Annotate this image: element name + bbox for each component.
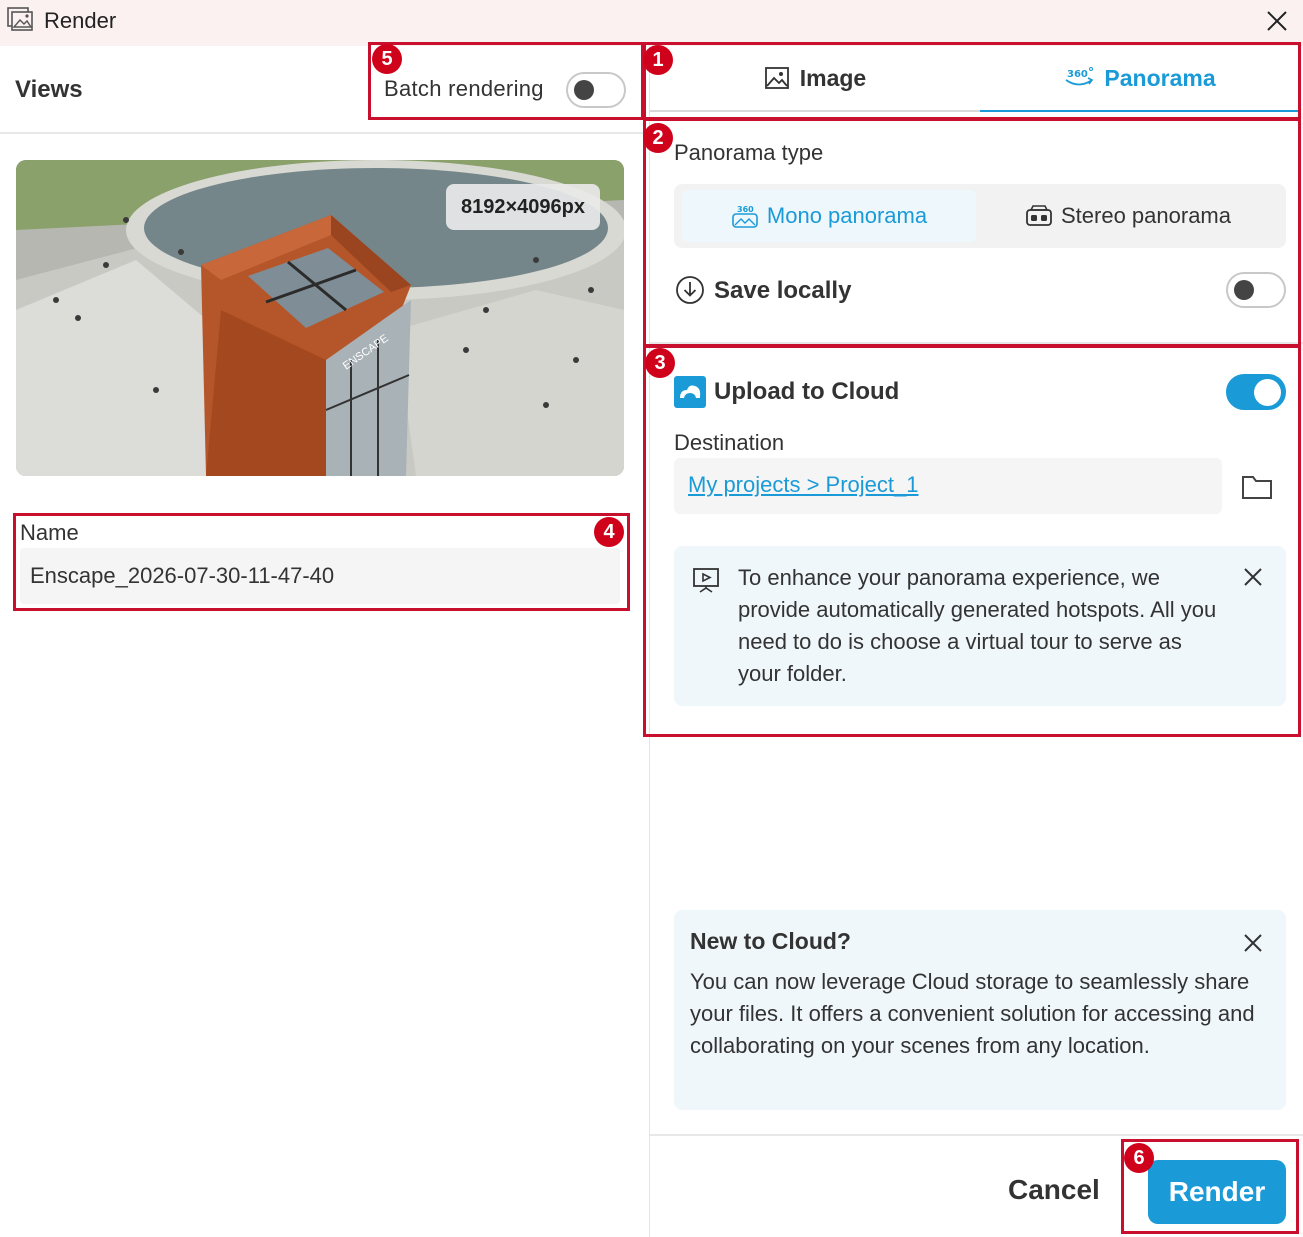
render-app-icon: [7, 7, 33, 31]
section-divider: [650, 342, 1303, 344]
close-icon[interactable]: [1242, 932, 1264, 954]
marker-2: 2: [643, 123, 673, 153]
views-divider: [0, 132, 650, 134]
panorama-360-icon: 360: [1065, 67, 1094, 86]
new-to-cloud-text: You can now leverage Cloud storage to se…: [690, 969, 1255, 1058]
stereo-panorama-label: Stereo panorama: [1061, 203, 1231, 228]
toggle-knob: [1234, 280, 1254, 300]
destination-field: My projects > Project_1: [674, 458, 1222, 514]
toggle-knob: [1254, 379, 1281, 406]
image-icon: [764, 67, 789, 89]
title-bar: Render: [0, 0, 1303, 46]
tab-panorama-label: Panorama: [1104, 64, 1216, 91]
tab-image[interactable]: Image: [650, 46, 980, 112]
panorama-type-selector: 360 Mono panorama Stereo panorama: [674, 184, 1286, 248]
tab-panorama[interactable]: 360 Panorama: [980, 46, 1300, 112]
destination-label: Destination: [674, 430, 785, 455]
save-locally-toggle[interactable]: [1226, 272, 1286, 308]
batch-rendering-toggle[interactable]: [566, 72, 626, 108]
save-locally-label: Save locally: [714, 277, 852, 304]
cancel-button[interactable]: Cancel: [1008, 1174, 1100, 1206]
vr-headset-icon: [1026, 205, 1052, 226]
views-panel: Views Batch rendering ENSCAPE 8192×4096p: [0, 46, 650, 1237]
destination-path-link[interactable]: My projects > Project_1: [688, 472, 918, 498]
upload-to-cloud-label: Upload to Cloud: [714, 378, 900, 405]
cloud-icon: [674, 376, 706, 408]
mono-panorama-label: Mono panorama: [766, 203, 928, 228]
batch-rendering-label: Batch rendering: [384, 76, 544, 101]
render-settings-panel: Image 360 Panorama Panorama type 360 Mon…: [650, 46, 1303, 1237]
name-label: Name: [20, 520, 79, 545]
svg-text:360: 360: [737, 205, 754, 214]
upload-to-cloud-toggle[interactable]: [1226, 374, 1286, 410]
close-icon[interactable]: [1262, 6, 1292, 36]
marker-5: 5: [372, 44, 402, 74]
marker-4: 4: [594, 517, 624, 547]
render-button[interactable]: Render: [1148, 1160, 1286, 1224]
tab-image-label: Image: [799, 64, 867, 91]
hotspot-info-text: To enhance your panorama experience, we …: [738, 565, 1217, 686]
name-input[interactable]: [20, 548, 620, 604]
close-icon[interactable]: [1242, 566, 1264, 588]
marker-1: 1: [643, 45, 673, 75]
folder-icon[interactable]: [1240, 472, 1274, 502]
mono-panorama-option[interactable]: 360 Mono panorama: [682, 190, 976, 242]
panorama-type-label: Panorama type: [674, 140, 824, 165]
marker-3: 3: [645, 348, 675, 378]
svg-text:360: 360: [1067, 69, 1088, 80]
download-icon: [676, 276, 704, 304]
footer-divider: [650, 1134, 1303, 1136]
new-to-cloud-box: New to Cloud? You can now leverage Cloud…: [674, 910, 1286, 1110]
new-to-cloud-title: New to Cloud?: [690, 928, 851, 954]
toggle-knob: [574, 80, 594, 100]
resolution-badge: 8192×4096px: [446, 184, 600, 230]
stereo-panorama-option[interactable]: Stereo panorama: [976, 190, 1280, 242]
window-title: Render: [44, 8, 117, 33]
virtual-tour-icon: [693, 568, 719, 593]
views-title: Views: [15, 76, 83, 103]
marker-6: 6: [1124, 1143, 1154, 1173]
hotspot-info-box: To enhance your panorama experience, we …: [674, 546, 1286, 706]
mono-panorama-icon: 360: [732, 205, 758, 228]
